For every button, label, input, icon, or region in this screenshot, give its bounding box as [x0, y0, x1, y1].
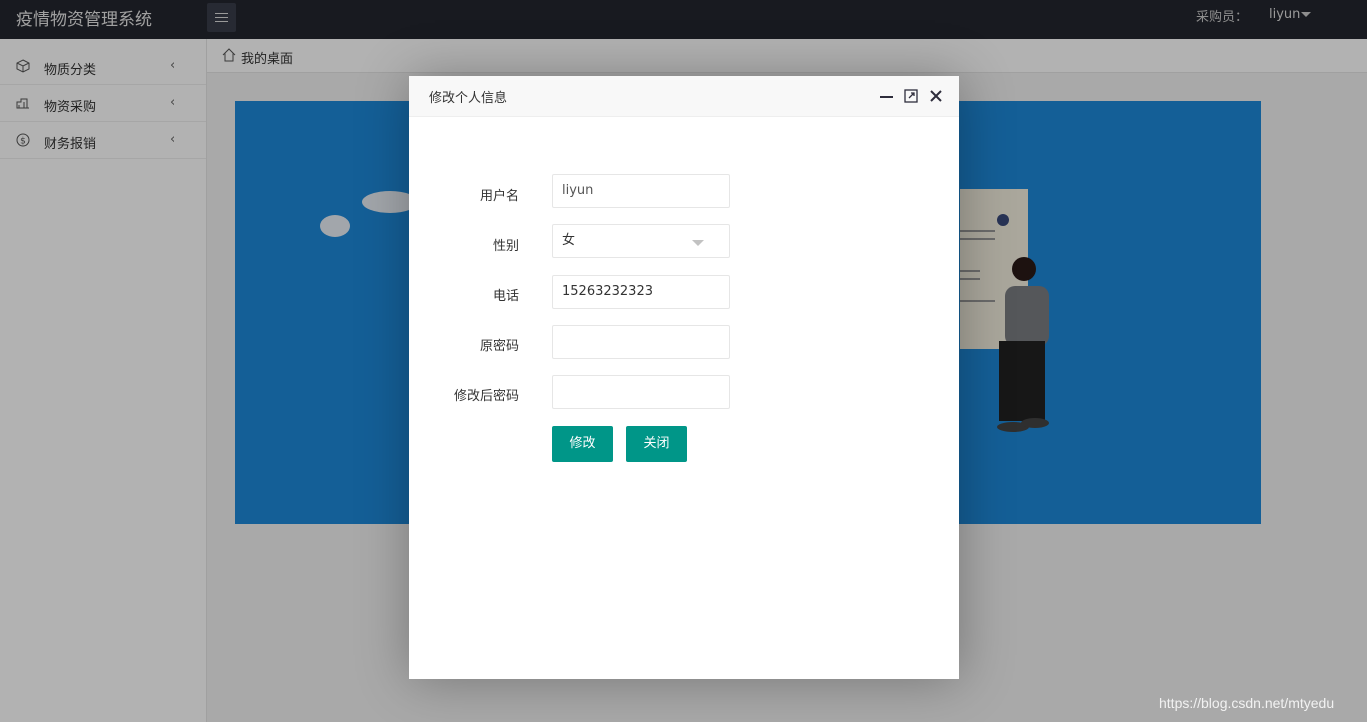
- username-label: 用户名: [479, 189, 519, 204]
- new-password-field[interactable]: [552, 375, 730, 409]
- close-icon[interactable]: [928, 88, 944, 104]
- submit-button[interactable]: 修改: [552, 426, 613, 462]
- phone-field[interactable]: 15263232323: [552, 275, 730, 309]
- gender-label: 性别: [492, 239, 519, 254]
- watermark: https://blog.csdn.net/mtyedu: [1159, 695, 1335, 711]
- old-password-field[interactable]: [552, 325, 730, 359]
- dialog-header: 修改个人信息: [409, 76, 959, 117]
- minimize-icon[interactable]: [879, 88, 895, 104]
- close-button[interactable]: 关闭: [626, 426, 687, 462]
- phone-label: 电话: [492, 289, 519, 304]
- new-password-label: 修改后密码: [453, 389, 519, 404]
- username-field[interactable]: liyun: [552, 174, 730, 208]
- dialog-title: 修改个人信息: [429, 91, 508, 106]
- maximize-icon[interactable]: [903, 88, 919, 104]
- edit-profile-dialog: 修改个人信息 用户名 liyun 性别 女 电话 15263232323 原密码…: [409, 76, 959, 679]
- chevron-down-icon[interactable]: [692, 240, 704, 246]
- old-password-label: 原密码: [479, 339, 519, 354]
